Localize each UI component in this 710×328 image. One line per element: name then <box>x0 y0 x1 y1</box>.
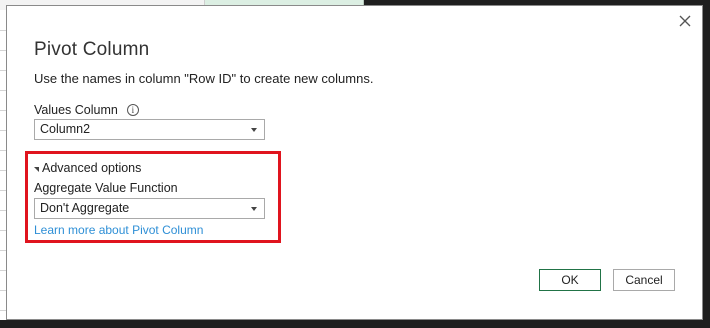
cancel-button[interactable]: Cancel <box>613 269 675 291</box>
pivot-column-dialog: Pivot Column Use the names in column "Ro… <box>6 5 703 320</box>
aggregate-function-select[interactable]: Don't Aggregate <box>34 198 265 219</box>
aggregate-function-label: Aggregate Value Function <box>34 181 178 195</box>
learn-more-link[interactable]: Learn more about Pivot Column <box>34 223 203 237</box>
aggregate-function-selected: Don't Aggregate <box>40 201 130 215</box>
close-button[interactable] <box>676 12 694 30</box>
background-dark-bottom <box>0 320 710 328</box>
values-column-label-text: Values Column <box>34 103 118 117</box>
info-icon[interactable]: i <box>126 104 139 116</box>
values-column-select[interactable]: Column2 <box>34 119 265 140</box>
chevron-down-icon <box>251 128 257 132</box>
advanced-options-toggle[interactable]: Advanced options <box>34 161 141 175</box>
dialog-description: Use the names in column "Row ID" to crea… <box>34 71 374 86</box>
values-column-selected: Column2 <box>40 122 91 136</box>
background-dark-edge <box>703 0 710 328</box>
close-icon <box>679 15 691 27</box>
dialog-title: Pivot Column <box>34 39 150 60</box>
collapse-triangle-icon <box>34 166 39 172</box>
ok-button[interactable]: OK <box>539 269 601 291</box>
values-column-label: Values Column i <box>34 103 139 117</box>
chevron-down-icon <box>251 207 257 211</box>
advanced-options-label: Advanced options <box>42 161 142 175</box>
